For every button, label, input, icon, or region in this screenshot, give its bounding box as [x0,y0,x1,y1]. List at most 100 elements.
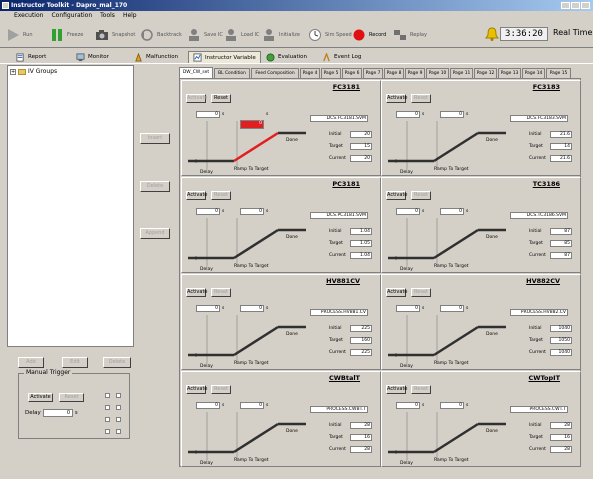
activate-button[interactable]: Activate [386,191,408,200]
reset-button[interactable]: Reset [411,288,431,297]
page-tab[interactable]: Page 13 [498,68,521,78]
tab-evaluation[interactable]: Evaluation [262,51,311,63]
tab-event-log[interactable]: Event Log [318,51,365,63]
load-ic-button[interactable]: Load IC [224,25,260,45]
tab-malfunction[interactable]: Malfunction [130,51,182,63]
ramp-field[interactable]: 0 [240,120,264,129]
edit-button[interactable]: Edit [62,357,88,368]
trigger-activate-button[interactable]: Activate [28,393,53,402]
delay-field[interactable]: 0 [196,402,220,409]
record-button[interactable]: Record [352,25,386,45]
iv-group-tree[interactable]: + IV Groups [7,65,134,347]
delete-button[interactable]: Delete [103,357,131,368]
target-value[interactable]: 16 [350,434,372,441]
page-tab[interactable]: Page 6 [342,68,362,78]
maximize-button[interactable] [571,2,580,9]
trigger-checkbox[interactable] [105,417,110,422]
add-button[interactable]: Add [18,357,44,368]
initialize-button[interactable]: Initialize [262,25,300,45]
page-tab[interactable]: Page 5 [321,68,341,78]
reset-button[interactable]: Reset [411,191,431,200]
bell-icon[interactable] [484,26,500,42]
ramp-field[interactable]: 0 [440,305,464,312]
delay-field[interactable]: 0 [396,305,420,312]
target-value[interactable]: 85 [550,240,572,247]
trigger-checkbox[interactable] [116,417,121,422]
play-icon [8,29,19,41]
tab-instructor-variable[interactable]: Instructor Variable [188,51,261,63]
page-tab[interactable]: Page 14 [522,68,545,78]
reset-button[interactable]: Reset [411,385,431,394]
save-ic-button[interactable]: Save IC [187,25,223,45]
menu-configuration[interactable]: Configuration [51,11,92,21]
page-tab[interactable]: Page 15 [546,68,571,78]
trigger-checkbox[interactable] [105,429,110,434]
activate-button[interactable]: Activate [186,94,208,103]
trigger-checkbox[interactable] [105,393,110,398]
snapshot-button[interactable]: Snapshot [95,25,135,45]
trigger-checkbox[interactable] [116,405,121,410]
activate-button[interactable]: Activate [186,191,208,200]
target-value[interactable]: 160 [350,337,372,344]
reset-button[interactable]: Reset [211,191,231,200]
delay-field[interactable]: 0 [196,208,220,215]
page-tab[interactable]: Page 11 [450,68,473,78]
tab-report[interactable]: Report [12,51,50,63]
ramp-field[interactable]: 0 [440,208,464,215]
replay-button[interactable]: Replay [393,25,427,45]
trigger-checkbox[interactable] [105,405,110,410]
minimize-button[interactable] [561,2,570,9]
page-tab[interactable]: Page 8 [384,68,404,78]
page-tab[interactable]: DW_CW_set [179,67,213,78]
run-button[interactable]: Run [6,25,33,45]
append-button[interactable]: Append [140,228,170,239]
menu-execution[interactable]: Execution [14,11,43,21]
insert-button[interactable]: Insert [140,133,170,144]
ramp-field[interactable]: 0 [440,111,464,118]
delay-field[interactable]: 0 [196,305,220,312]
menu-tools[interactable]: Tools [100,11,115,21]
target-value[interactable]: 16 [550,434,572,441]
delete-side-button[interactable]: Delete [140,181,170,192]
activate-button[interactable]: Activate [386,385,408,394]
page-tab[interactable]: Page 12 [474,68,497,78]
target-value[interactable]: 15 [350,143,372,150]
reset-button[interactable]: Reset [211,385,231,394]
ramp-field[interactable]: 0 [240,208,264,215]
tab-monitor[interactable]: Monitor [72,51,113,63]
menu-help[interactable]: Help [123,11,137,21]
ramp-field[interactable]: 0 [240,402,264,409]
delay-input[interactable]: 0 [43,409,73,417]
expand-icon[interactable]: + [10,68,16,75]
sim-speed-button[interactable]: Sim Speed [308,25,352,45]
delay-field[interactable]: 0 [196,111,220,118]
target-value[interactable]: 14 [550,143,572,150]
page-tab[interactable]: Page 10 [426,68,449,78]
delay-field[interactable]: 0 [396,208,420,215]
activate-button[interactable]: Activate [186,288,208,297]
ramp-field[interactable]: 0 [240,305,264,312]
tree-root-iv-groups[interactable]: + IV Groups [10,68,57,75]
close-button[interactable] [581,2,590,9]
target-value[interactable]: 1050 [550,337,572,344]
reset-button[interactable]: Reset [211,288,231,297]
activate-button[interactable]: Activate [386,288,408,297]
delay-field[interactable]: 0 [396,402,420,409]
page-tab[interactable]: Feed Composition [251,68,299,78]
target-value[interactable]: 1.05 [350,240,372,247]
trigger-reset-button[interactable]: Reset [59,393,84,402]
trigger-checkbox[interactable] [116,393,121,398]
trigger-checkbox[interactable] [116,429,121,434]
page-tab[interactable]: Page 4 [300,68,320,78]
page-tab[interactable]: Page 7 [363,68,383,78]
reset-button[interactable]: Reset [211,94,231,103]
page-tab[interactable]: BL Condition [214,68,250,78]
activate-button[interactable]: Activate [186,385,208,394]
reset-button[interactable]: Reset [411,94,431,103]
freeze-button[interactable]: Freeze [50,25,83,45]
delay-field[interactable]: 0 [396,111,420,118]
ramp-field[interactable]: 0 [440,402,464,409]
page-tab[interactable]: Page 9 [405,68,425,78]
activate-button[interactable]: Activate [386,94,408,103]
backtrack-button[interactable]: Backtrack [140,25,182,45]
